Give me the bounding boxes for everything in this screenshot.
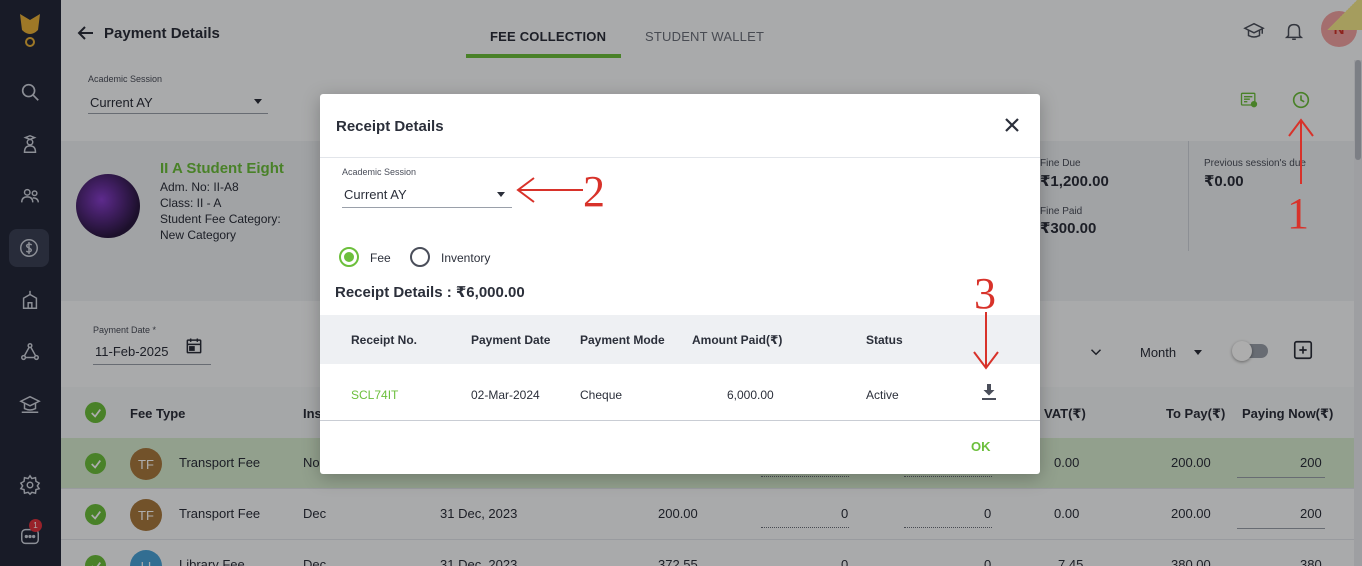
modal-session-underline bbox=[342, 207, 512, 208]
modal-session-chevron-down-icon[interactable] bbox=[497, 192, 505, 197]
radio-inventory[interactable] bbox=[410, 247, 430, 267]
col-amount-paid: Amount Paid(₹) bbox=[692, 333, 783, 347]
receipt-payment-date: 02-Mar-2024 bbox=[471, 388, 540, 402]
col-payment-date: Payment Date bbox=[471, 333, 551, 347]
receipt-details-modal: Receipt Details Academic Session Current… bbox=[320, 94, 1040, 474]
radio-fee[interactable] bbox=[339, 247, 359, 267]
modal-title: Receipt Details bbox=[336, 118, 444, 135]
annotation-number-3: 3 bbox=[974, 269, 996, 318]
modal-session-select[interactable]: Current AY bbox=[344, 187, 407, 202]
col-status: Status bbox=[866, 333, 903, 347]
download-icon[interactable] bbox=[980, 383, 998, 401]
col-receipt-no: Receipt No. bbox=[351, 333, 418, 347]
ok-button[interactable]: OK bbox=[971, 439, 991, 454]
modal-header-divider bbox=[320, 157, 1040, 158]
receipt-total: Receipt Details : ₹6,000.00 bbox=[335, 284, 525, 301]
col-payment-mode: Payment Mode bbox=[580, 333, 665, 347]
close-icon[interactable] bbox=[1003, 116, 1021, 134]
annotation-number-2: 2 bbox=[583, 167, 605, 216]
radio-fee-label: Fee bbox=[370, 251, 391, 265]
modal-session-label: Academic Session bbox=[342, 167, 417, 177]
receipt-payment-mode: Cheque bbox=[580, 388, 623, 402]
receipt-no-link[interactable]: SCL74IT bbox=[351, 388, 398, 402]
annotation-number-1: 1 bbox=[1287, 189, 1309, 238]
receipt-status: Active bbox=[866, 388, 899, 402]
radio-inventory-label: Inventory bbox=[441, 251, 491, 265]
receipt-amount-paid: 6,000.00 bbox=[727, 388, 774, 402]
receipt-row: SCL74IT 02-Mar-2024 Cheque 6,000.00 Acti… bbox=[320, 364, 1040, 421]
receipt-table-header: Receipt No. Payment Date Payment Mode Am… bbox=[320, 315, 1040, 364]
